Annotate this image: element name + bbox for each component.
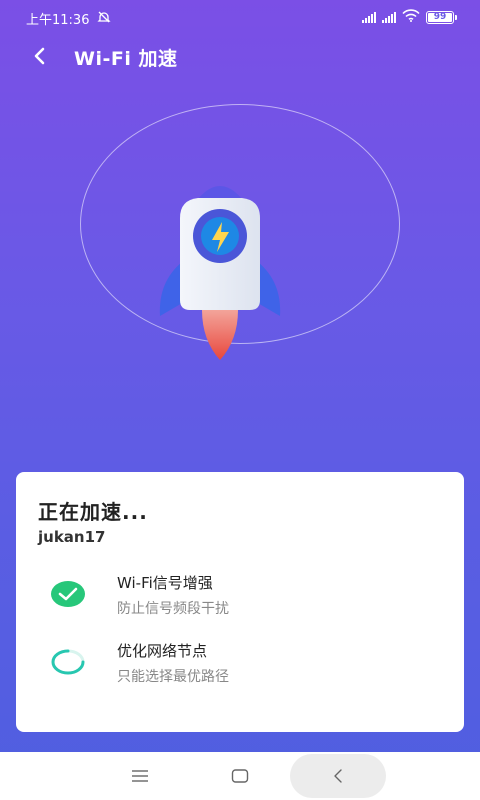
battery-icon: 99 (426, 11, 457, 24)
back-icon (334, 769, 342, 783)
system-nav-bar (0, 752, 480, 800)
check-icon (51, 581, 85, 607)
task-subtitle: 防止信号频段干扰 (117, 601, 229, 617)
back-button[interactable] (24, 40, 56, 72)
status-bar: 上午11:36 99 (0, 0, 480, 34)
menu-icon (132, 770, 148, 782)
back-arrow-icon (34, 47, 45, 65)
status-time: 上午11:36 (26, 13, 90, 28)
signal-icon (382, 12, 396, 23)
home-button[interactable] (192, 752, 288, 800)
battery-level: 99 (433, 12, 447, 22)
menu-button[interactable] (92, 752, 188, 800)
page-title: Wi-Fi 加速 (74, 48, 178, 70)
network-name: jukan17 (38, 528, 106, 546)
task-item-signal-boost: Wi-Fi信号增强 防止信号频段干扰 (50, 572, 450, 628)
signal-icon (362, 12, 376, 23)
app-header: Wi-Fi 加速 (0, 36, 480, 76)
task-subtitle: 只能选择最优路径 (117, 669, 229, 685)
rocket-icon (159, 186, 281, 360)
task-title: 优化网络节点 (117, 642, 208, 660)
acceleration-card: 正在加速... jukan17 Wi-Fi信号增强 防止信号频段干扰 优化网络节… (16, 472, 464, 732)
task-item-node-optimize: 优化网络节点 只能选择最优路径 (50, 640, 450, 696)
nav-back-button[interactable] (290, 752, 386, 800)
task-title: Wi-Fi信号增强 (117, 574, 213, 592)
card-title: 正在加速... (38, 500, 148, 524)
dnd-off-icon (97, 10, 112, 28)
home-icon (231, 769, 249, 783)
spinner-icon (51, 649, 85, 675)
wifi-icon (402, 9, 420, 26)
